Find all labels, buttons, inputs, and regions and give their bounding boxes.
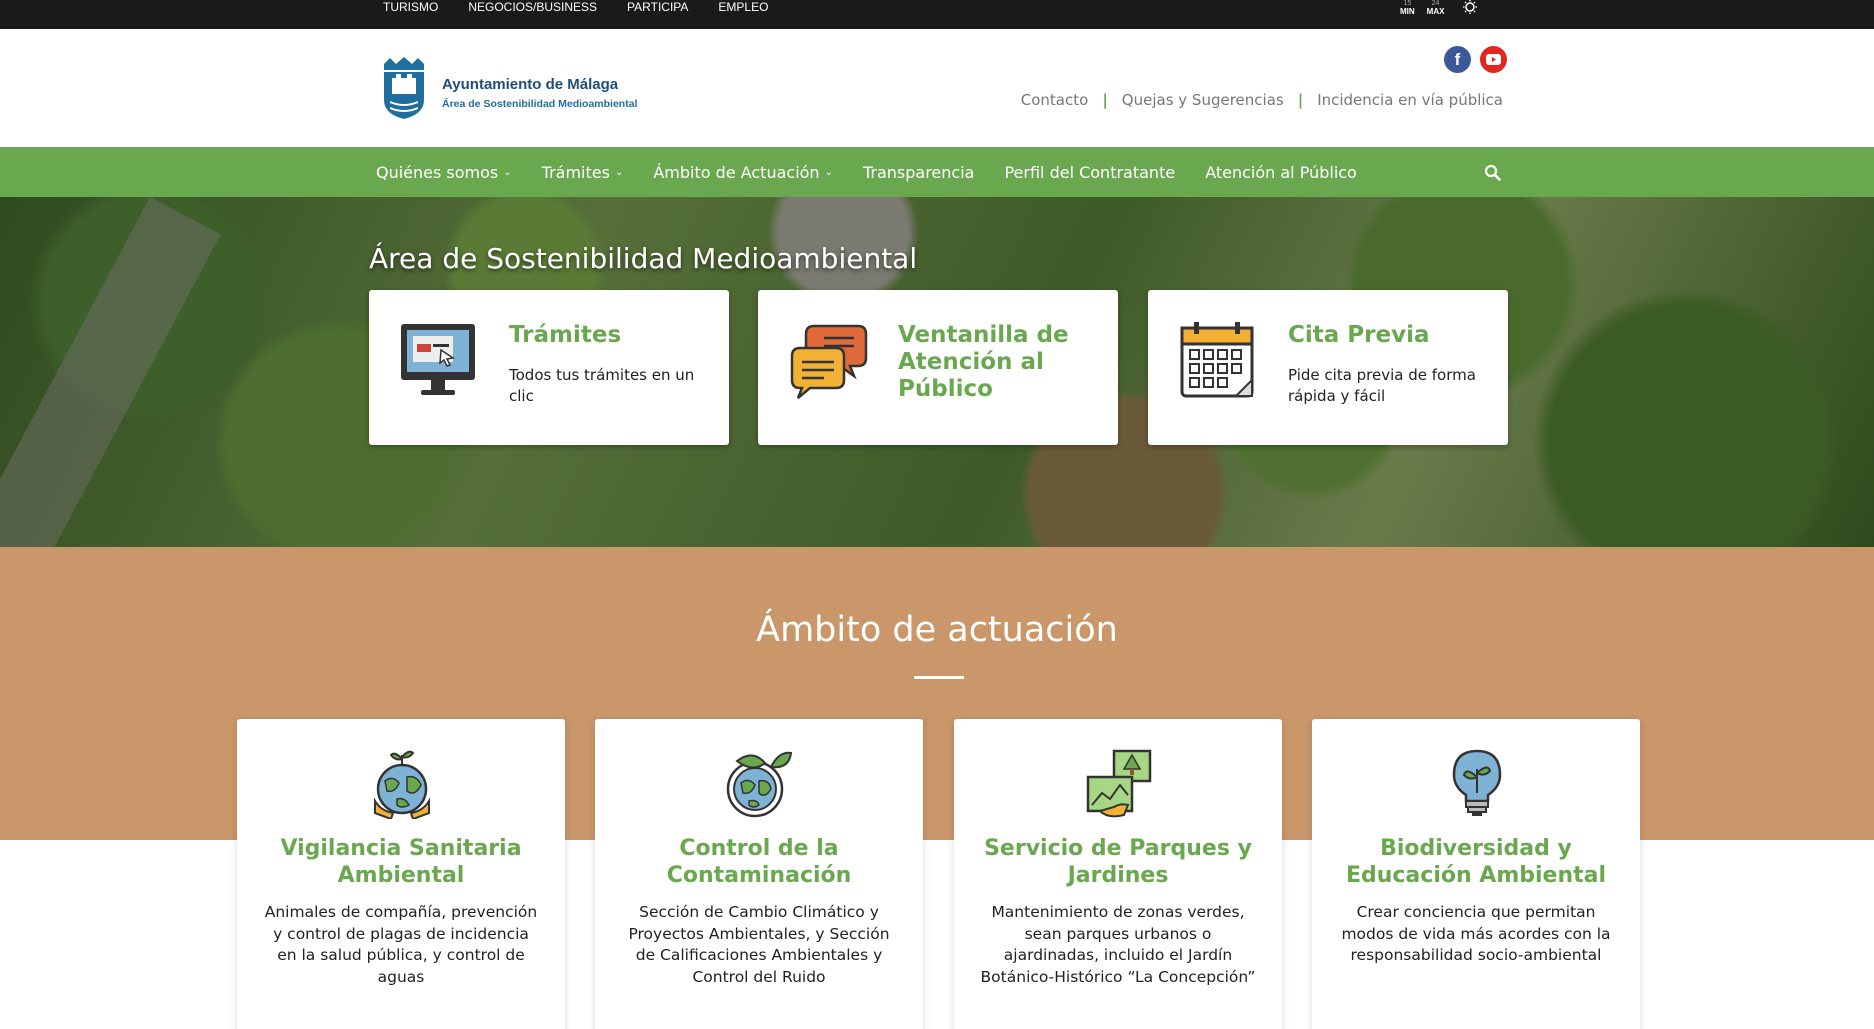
chevron-down-icon: ⌄	[824, 166, 833, 178]
top-bar: TURISMO NEGOCIOS/BUSINESS PARTICIPA EMPL…	[0, 0, 1874, 29]
hero-card-cita-previa[interactable]: Cita Previa Pide cita previa de forma rá…	[1148, 290, 1508, 445]
ambito-card-parques[interactable]: Servicio de Parques y Jardines Mantenimi…	[954, 719, 1282, 1029]
top-link-turismo[interactable]: TURISMO	[383, 0, 438, 14]
incident-link[interactable]: Incidencia en vía pública	[1317, 91, 1503, 109]
weather-max-value: 24	[1431, 0, 1440, 7]
nav-items: Quiénes somos ⌄ Trámites ⌄ Ámbito de Act…	[376, 147, 1357, 197]
ambito-card-title: Control de la Contaminación	[666, 836, 852, 888]
ambito-card-contaminacion[interactable]: Control de la Contaminación Sección de C…	[595, 719, 923, 1029]
ambito-card-description: Sección de Cambio Climático y Proyectos …	[628, 903, 890, 986]
weather-max-label: MAX	[1426, 7, 1445, 16]
ambito-card-title: Servicio de Parques y Jardines	[984, 836, 1252, 888]
nav-item-ambito[interactable]: Ámbito de Actuación ⌄	[653, 163, 833, 182]
logo-subtitle[interactable]: Área de Sostenibilidad Medioambiental	[442, 98, 637, 110]
ambito-card-description: Mantenimiento de zonas verdes, sean parq…	[980, 903, 1256, 986]
header-links: Contacto | Quejas y Sugerencias | Incide…	[1021, 91, 1503, 109]
nav-item-label: Perfil del Contratante	[1004, 162, 1176, 182]
ambito-card-description: Animales de compañía, prevención y contr…	[264, 903, 538, 986]
globe-leaves-icon	[726, 751, 793, 818]
weather-min: 15 MIN	[1400, 0, 1415, 16]
hero-card-tramites[interactable]: Trámites Todos tus trámites en un clic	[369, 290, 729, 445]
hero-background-image	[0, 197, 221, 547]
top-link-empleo[interactable]: EMPLEO	[718, 0, 768, 14]
ambito-card-title: Biodiversidad y Educación Ambiental	[1345, 836, 1607, 888]
facebook-icon[interactable]: f	[1444, 46, 1471, 73]
nav-item-quienes-somos[interactable]: Quiénes somos ⌄	[376, 163, 512, 182]
hero-card-description: Todos tus trámites en un clic	[509, 366, 695, 405]
top-link-participa[interactable]: PARTICIPA	[627, 0, 688, 14]
social-links: f	[1444, 46, 1507, 73]
calendar-icon	[1180, 322, 1254, 398]
ambito-title: Ámbito de actuación	[756, 610, 1118, 650]
weather-max: 24 MAX	[1427, 0, 1445, 16]
ambito-card-vigilancia[interactable]: Vigilancia Sanitaria Ambiental Animales …	[237, 719, 565, 1029]
search-icon[interactable]	[1484, 164, 1501, 181]
hero-card-ventanilla[interactable]: Ventanilla de Atención al Público	[758, 290, 1118, 445]
main-nav: Quiénes somos ⌄ Trámites ⌄ Ámbito de Act…	[0, 147, 1874, 197]
separator: |	[1102, 91, 1108, 109]
nav-item-tramites[interactable]: Trámites ⌄	[542, 163, 624, 182]
hero-card-title: Trámites	[509, 322, 622, 348]
malaga-shield-logo[interactable]	[380, 56, 428, 120]
nav-item-atencion-publico[interactable]: Atención al Público	[1205, 163, 1357, 182]
sun-icon	[1463, 0, 1477, 14]
complaints-link[interactable]: Quejas y Sugerencias	[1122, 91, 1284, 109]
nav-item-label: Transparencia	[862, 162, 975, 182]
title-underline	[914, 676, 964, 679]
park-map-icon	[1086, 749, 1152, 818]
chevron-down-icon: ⌄	[503, 166, 512, 178]
hero-banner: Área de Sostenibilidad Medioambiental Tr…	[0, 197, 1874, 547]
nav-item-transparencia[interactable]: Transparencia	[863, 163, 975, 182]
chat-bubbles-icon	[790, 324, 868, 399]
hero-card-description: Pide cita previa de forma rápida y fácil	[1288, 366, 1476, 405]
top-link-negocios[interactable]: NEGOCIOS/BUSINESS	[468, 0, 597, 14]
hero-title: Área de Sostenibilidad Medioambiental	[369, 242, 918, 275]
bulb-plant-icon	[1452, 749, 1502, 816]
nav-item-label: Quiénes somos	[376, 162, 499, 182]
weather-min-value: 15	[1403, 0, 1412, 7]
youtube-icon[interactable]	[1480, 46, 1507, 73]
contact-link[interactable]: Contacto	[1021, 91, 1089, 109]
nav-item-label: Ámbito de Actuación	[653, 162, 820, 182]
ambito-card-title: Vigilancia Sanitaria Ambiental	[280, 836, 522, 888]
chevron-down-icon: ⌄	[614, 166, 624, 178]
weather-widget: 15 MIN 24 MAX	[1400, 0, 1444, 20]
hero-card-title: Cita Previa	[1288, 322, 1430, 348]
ambito-card-description: Crear conciencia que permitan modos de v…	[1341, 903, 1611, 964]
ambito-card-biodiversidad[interactable]: Biodiversidad y Educación Ambiental Crea…	[1312, 719, 1640, 1029]
weather-min-label: MIN	[1400, 7, 1415, 16]
nav-item-label: Atención al Público	[1205, 162, 1357, 182]
site-header: Ayuntamiento de Málaga Área de Sostenibi…	[0, 29, 1874, 147]
separator: |	[1297, 91, 1304, 109]
nav-item-label: Trámites	[541, 162, 610, 182]
top-links: TURISMO NEGOCIOS/BUSINESS PARTICIPA EMPL…	[383, 0, 768, 14]
computer-screen-icon	[401, 324, 475, 395]
logo-title[interactable]: Ayuntamiento de Málaga	[442, 76, 618, 93]
hero-card-title: Ventanilla de Atención al Público	[898, 322, 1069, 402]
nav-item-perfil-contratante[interactable]: Perfil del Contratante	[1004, 163, 1175, 182]
globe-hands-icon	[374, 750, 430, 819]
